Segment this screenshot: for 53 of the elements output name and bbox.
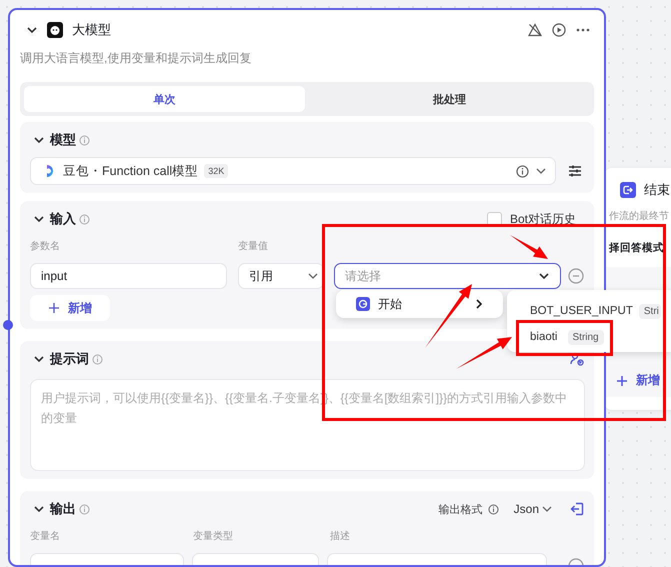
section-title: 提示词 [50,350,89,368]
robot-icon [47,22,63,38]
section-label: 择回答模式 [609,241,665,255]
play-icon[interactable] [552,23,566,37]
plus-icon [48,302,60,314]
section-title: 输出 [50,500,76,518]
add-button[interactable]: 新增 [616,372,660,389]
model-name: 豆包・Function call模型 [63,162,198,180]
connection-port[interactable] [3,320,13,330]
column-label: 变量值 [238,240,268,253]
tab[interactable]: 批处理 [309,86,590,112]
tab[interactable]: 单次 [24,86,305,112]
info-icon [79,134,90,146]
info-icon[interactable] [516,164,529,178]
import-icon[interactable] [570,502,584,516]
node-description: 调用大语言模型,使用变量和提示词生成回复 [20,50,252,66]
column-label: 参数名 [30,240,61,253]
type-tag: Stri [638,304,661,318]
info-icon [488,504,499,514]
format-label: 输出格式 [438,502,483,516]
menu-item[interactable]: biaoti String [507,324,671,350]
settings-icon[interactable] [568,165,582,177]
format-select[interactable]: Json [510,502,557,516]
variable-name: biaoti [530,331,558,343]
warning-off-icon[interactable] [528,23,542,37]
select-value: 引用 [249,268,273,284]
column-label: 变量名 [30,530,61,543]
annotation-arrow [510,235,548,259]
column-label: 描述 [330,530,350,543]
context-badge: 32K [204,164,228,178]
info-icon [79,504,90,514]
section-title: 模型 [50,131,76,149]
chevron-right-icon [475,298,483,310]
node-title: 大模型 [72,21,111,39]
add-button[interactable]: 新增 [30,295,110,321]
info-icon [92,354,103,364]
source-select[interactable]: 引用 [238,263,324,289]
menu-item[interactable]: BOT_USER_INPUT Stri [507,298,671,324]
plus-icon [616,374,628,386]
remove-icon[interactable] [568,268,584,284]
column-label: 变量类型 [193,530,234,543]
type-tag: String [568,330,604,344]
section-title: 输入 [50,210,76,228]
menu-label: 开始 [378,296,402,312]
select-placeholder: 请选择 [345,268,381,284]
model-select[interactable]: 豆包・Function call模型 32K [30,157,556,185]
info-icon [79,214,90,224]
input-field[interactable]: input [30,263,227,289]
exit-icon [620,182,636,198]
node-description: 作流的最终节 [609,210,670,224]
start-icon [356,297,370,311]
variable-name: BOT_USER_INPUT [530,305,633,317]
node-title: 结束 [644,181,670,199]
